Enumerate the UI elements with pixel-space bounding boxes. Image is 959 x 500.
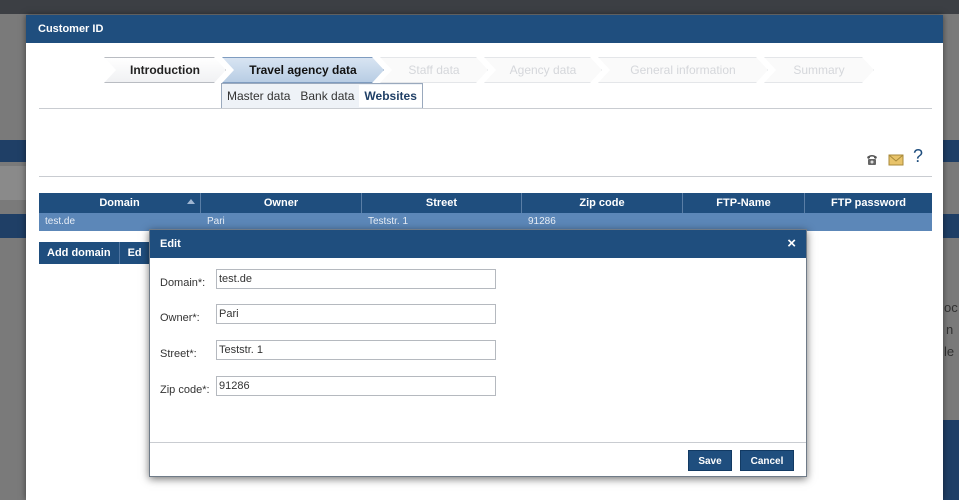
divider-mid <box>39 176 932 177</box>
close-icon[interactable]: × <box>787 230 796 258</box>
mail-icon[interactable] <box>888 152 904 171</box>
step-staff-data: Staff data <box>380 57 488 83</box>
background-blue-bar-2 <box>0 214 26 238</box>
background-text-1: oc <box>944 300 958 315</box>
column-zip-code[interactable]: Zip code <box>522 193 683 213</box>
tab-websites[interactable]: Websites <box>359 85 422 107</box>
save-button[interactable]: Save <box>688 450 732 471</box>
street-label: Street*: <box>160 348 197 360</box>
background-blue-bar <box>0 140 26 162</box>
column-street[interactable]: Street <box>362 193 522 213</box>
window-title: Customer ID <box>26 15 943 43</box>
tab-master-data[interactable]: Master data <box>222 89 295 103</box>
owner-input[interactable] <box>216 304 496 324</box>
grid-header: Domain Owner Street Zip code FTP-Name FT… <box>39 193 932 213</box>
domain-label: Domain*: <box>160 277 206 289</box>
background-header-bar <box>0 0 959 14</box>
owner-label: Owner*: <box>160 312 200 324</box>
step-introduction[interactable]: Introduction <box>104 57 226 83</box>
column-owner[interactable]: Owner <box>201 193 362 213</box>
sort-ascending-icon <box>187 199 195 204</box>
street-input[interactable] <box>216 340 496 360</box>
step-agency-data: Agency data <box>484 57 602 83</box>
zip-code-input[interactable] <box>216 376 496 396</box>
column-ftp-name[interactable]: FTP-Name <box>683 193 805 213</box>
domain-input[interactable] <box>216 269 496 289</box>
tab-bank-data[interactable]: Bank data <box>295 89 359 103</box>
sub-tabs: Master data Bank data Websites <box>221 83 423 109</box>
step-general-information: General information <box>598 57 768 83</box>
phone-icon[interactable] <box>865 152 879 171</box>
cell-ftp-password <box>805 213 932 231</box>
step-summary: Summary <box>764 57 874 83</box>
column-ftp-password[interactable]: FTP password <box>805 193 932 213</box>
dialog-title: Edit <box>150 230 806 258</box>
action-icons: ? <box>865 146 935 171</box>
step-travel-agency-data[interactable]: Travel agency data <box>222 57 384 83</box>
dialog-divider <box>150 442 806 443</box>
divider-top <box>39 108 932 109</box>
background-text-2: n <box>946 322 954 337</box>
background-blue-bar-4 <box>943 420 959 500</box>
background-blue-bar-3 <box>943 214 959 238</box>
grid-toolbar: Add domain Ed <box>39 242 151 264</box>
background-text-3: le <box>944 344 955 359</box>
edit-dialog: Edit × Domain*: Owner*: Street*: Zip cod… <box>149 229 807 477</box>
zip-code-label: Zip code*: <box>160 384 210 396</box>
wizard-steps: Introduction Travel agency data Staff da… <box>104 57 884 83</box>
edit-button[interactable]: Ed <box>119 242 151 264</box>
background-row <box>0 166 26 200</box>
add-domain-button[interactable]: Add domain <box>39 242 120 264</box>
help-icon[interactable]: ? <box>913 146 923 167</box>
background-blue-bar-right <box>943 140 959 162</box>
column-domain[interactable]: Domain <box>39 193 201 213</box>
cancel-button[interactable]: Cancel <box>740 450 794 471</box>
